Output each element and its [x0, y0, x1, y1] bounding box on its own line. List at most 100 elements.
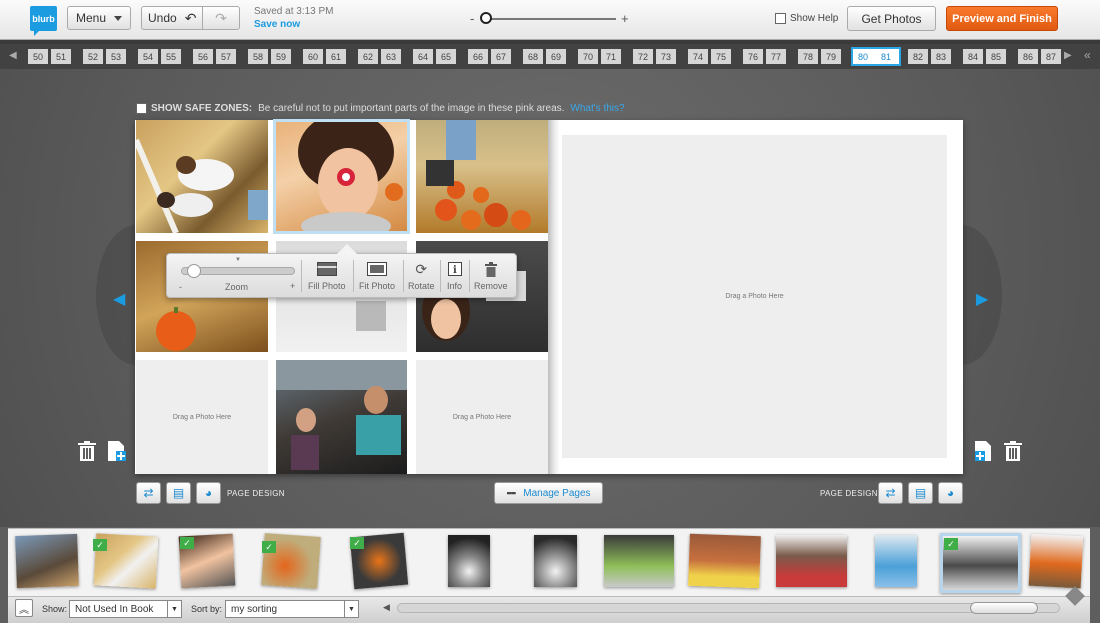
collapse-tray-button[interactable]: ︽	[15, 599, 33, 617]
page-number[interactable]: 70	[578, 49, 598, 64]
page-number[interactable]: 55	[161, 49, 181, 64]
page-number[interactable]: 79	[821, 49, 841, 64]
page-number[interactable]: 71	[601, 49, 621, 64]
page-number[interactable]: 81	[876, 49, 896, 64]
undo-button[interactable]: Undo ↶	[141, 6, 203, 30]
manage-pages-button[interactable]: ▪▪▪▪ Manage Pages	[494, 482, 603, 504]
photo-cell-goats[interactable]	[136, 120, 268, 233]
strip-right-arrow-icon[interactable]: ▶	[1064, 50, 1072, 61]
page-spread[interactable]: 84 85	[963, 49, 1009, 64]
tray-photo[interactable]	[15, 533, 79, 589]
empty-photo-slot-right[interactable]: Drag a Photo Here	[562, 135, 947, 458]
tray-photo[interactable]	[1028, 533, 1084, 589]
zoom-slider-handle[interactable]	[480, 12, 492, 24]
page-number[interactable]: 51	[51, 49, 71, 64]
tray-scrollbar-thumb[interactable]	[970, 602, 1038, 614]
photo-cell-pumpkin-patch[interactable]	[416, 120, 548, 233]
page-spread[interactable]: 72 73	[633, 49, 679, 64]
page-spread[interactable]: 62 63	[358, 49, 404, 64]
page-number[interactable]: 61	[326, 49, 346, 64]
page-number[interactable]: 75	[711, 49, 731, 64]
page-number[interactable]: 72	[633, 49, 653, 64]
next-spread-arrow-icon[interactable]: ▶	[976, 289, 988, 309]
empty-photo-slot-left-2[interactable]: Drag a Photo Here	[416, 360, 548, 474]
tray-photo[interactable]	[776, 535, 847, 587]
page-spread[interactable]: 54 55	[138, 49, 184, 64]
page-number[interactable]: 66	[468, 49, 488, 64]
page-number[interactable]: 74	[688, 49, 708, 64]
fit-photo-button[interactable]: Fit Photo	[359, 260, 395, 291]
page-spread[interactable]: 76 77	[743, 49, 789, 64]
photo-cell-car[interactable]	[276, 360, 407, 474]
page-number[interactable]: 82	[908, 49, 928, 64]
get-photos-button[interactable]: Get Photos	[847, 6, 936, 31]
menu-button[interactable]: Menu	[67, 6, 131, 30]
empty-photo-slot-left-1[interactable]: Drag a Photo Here	[136, 360, 268, 474]
safe-zones-checkbox[interactable]	[136, 103, 147, 114]
swap-layout-left-button[interactable]: ⇄	[136, 482, 161, 504]
blurb-logo[interactable]: blurb	[30, 6, 57, 36]
page-number[interactable]: 80	[853, 49, 873, 64]
remove-button[interactable]: Remove	[474, 260, 508, 291]
delete-page-right-trash-icon[interactable]	[1004, 441, 1022, 466]
preview-and-finish-button[interactable]: Preview and Finish	[946, 6, 1058, 31]
photo-cell-face-paint-girl[interactable]	[273, 119, 410, 234]
fill-photo-button[interactable]: Fill Photo	[308, 260, 346, 291]
page-number[interactable]: 65	[436, 49, 456, 64]
page-number[interactable]: 84	[963, 49, 983, 64]
tray-scrollbar[interactable]	[397, 603, 1060, 613]
page-number[interactable]: 53	[106, 49, 126, 64]
page-spread[interactable]: 82 83	[908, 49, 954, 64]
page-spread-active[interactable]: 80 81	[851, 47, 901, 66]
page-spread[interactable]: 60 61	[303, 49, 349, 64]
page-number[interactable]: 56	[193, 49, 213, 64]
delete-page-left-trash-icon[interactable]	[78, 441, 96, 466]
swap-layout-right-button[interactable]: ⇄	[878, 482, 903, 504]
page-number[interactable]: 83	[931, 49, 951, 64]
page-spread[interactable]: 52 53	[83, 49, 129, 64]
page-number[interactable]: 87	[1041, 49, 1061, 64]
show-filter-select[interactable]: Not Used In Book ▼	[69, 600, 182, 618]
page-number[interactable]: 73	[656, 49, 676, 64]
rotate-button[interactable]: ⟳ Rotate	[408, 260, 435, 292]
tray-photo[interactable]	[448, 535, 490, 587]
layout-left-button[interactable]: ▤	[166, 482, 191, 504]
page-number[interactable]: 60	[303, 49, 323, 64]
tray-photo[interactable]	[875, 535, 917, 587]
zoom-slider-track[interactable]	[482, 18, 616, 20]
background-right-button[interactable]: ◕	[938, 482, 963, 504]
page-number[interactable]: 54	[138, 49, 158, 64]
tray-photo[interactable]	[688, 533, 761, 589]
page-spread[interactable]: 78 79	[798, 49, 844, 64]
whats-this-link[interactable]: What's this?	[570, 103, 624, 114]
redo-button[interactable]: ↷	[202, 6, 240, 30]
collapse-strip-icon[interactable]: «	[1084, 48, 1091, 62]
page-number[interactable]: 59	[271, 49, 291, 64]
page-spread[interactable]: 74 75	[688, 49, 734, 64]
sort-by-select[interactable]: my sorting ▼	[225, 600, 359, 618]
prev-spread-arrow-icon[interactable]: ◀	[113, 289, 125, 309]
show-help-checkbox[interactable]	[775, 13, 786, 24]
page-spread[interactable]: 58 59	[248, 49, 294, 64]
background-left-button[interactable]: ◕	[196, 482, 221, 504]
page-number[interactable]: 85	[986, 49, 1006, 64]
page-number[interactable]: 76	[743, 49, 763, 64]
tray-photo[interactable]	[534, 535, 577, 587]
save-now-link[interactable]: Save now	[254, 19, 300, 30]
add-page-right-icon[interactable]	[975, 441, 993, 468]
photo-zoom-handle[interactable]	[187, 264, 201, 278]
page-spread[interactable]: 68 69	[523, 49, 569, 64]
page-number[interactable]: 57	[216, 49, 236, 64]
layout-right-button[interactable]: ▤	[908, 482, 933, 504]
page-number[interactable]: 50	[28, 49, 48, 64]
page-spread[interactable]: 64 65	[413, 49, 459, 64]
page-spread[interactable]: 56 57	[193, 49, 239, 64]
tray-photo[interactable]	[604, 535, 674, 587]
page-number[interactable]: 67	[491, 49, 511, 64]
show-help-toggle[interactable]: Show Help	[775, 13, 838, 24]
page-spread[interactable]: 66 67	[468, 49, 514, 64]
page-number[interactable]: 78	[798, 49, 818, 64]
page-spread[interactable]: 50 51	[28, 49, 74, 64]
strip-left-arrow-icon[interactable]: ◀	[9, 50, 17, 61]
page-number[interactable]: 69	[546, 49, 566, 64]
